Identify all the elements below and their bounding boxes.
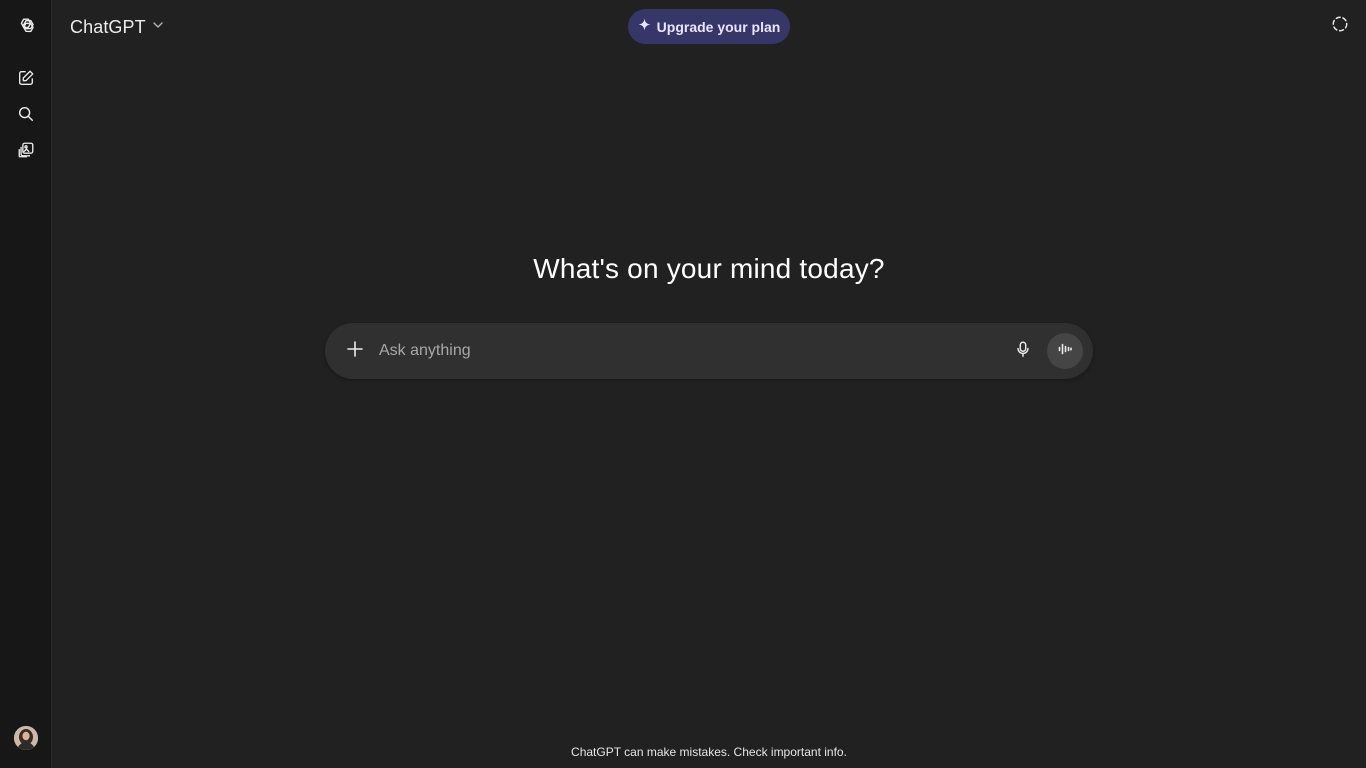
upgrade-plan-label: Upgrade your plan [656, 18, 781, 35]
add-attachment-button[interactable] [339, 335, 371, 367]
upgrade-plan-button[interactable]: Upgrade your plan [628, 9, 790, 44]
search-chats-button[interactable] [8, 96, 44, 132]
chevron-down-icon [152, 18, 164, 36]
sidebar-rail [0, 0, 52, 768]
openai-logo-button[interactable] [8, 8, 44, 44]
dictate-button[interactable] [1007, 335, 1039, 367]
voice-mode-button[interactable] [1047, 333, 1083, 369]
page-title: What's on your mind today? [533, 253, 885, 284]
temporary-chat-button[interactable] [1324, 10, 1356, 42]
new-chat-button[interactable] [8, 60, 44, 96]
search-icon [17, 105, 35, 123]
library-icon [17, 141, 35, 159]
composer [325, 323, 1093, 379]
temporary-chat-icon [1331, 15, 1349, 38]
new-chat-icon [17, 69, 35, 87]
voice-waveform-icon [1057, 341, 1073, 362]
openai-logo-icon [15, 15, 37, 37]
microphone-icon [1014, 340, 1032, 363]
library-button[interactable] [8, 132, 44, 168]
plus-icon [346, 340, 364, 363]
disclaimer-text: ChatGPT can make mistakes. Check importa… [571, 745, 847, 759]
avatar[interactable] [14, 726, 38, 750]
model-switcher[interactable]: ChatGPT [62, 10, 172, 44]
model-switcher-label: ChatGPT [70, 16, 146, 37]
prompt-input[interactable] [377, 337, 997, 365]
sparkle-icon [638, 17, 651, 36]
